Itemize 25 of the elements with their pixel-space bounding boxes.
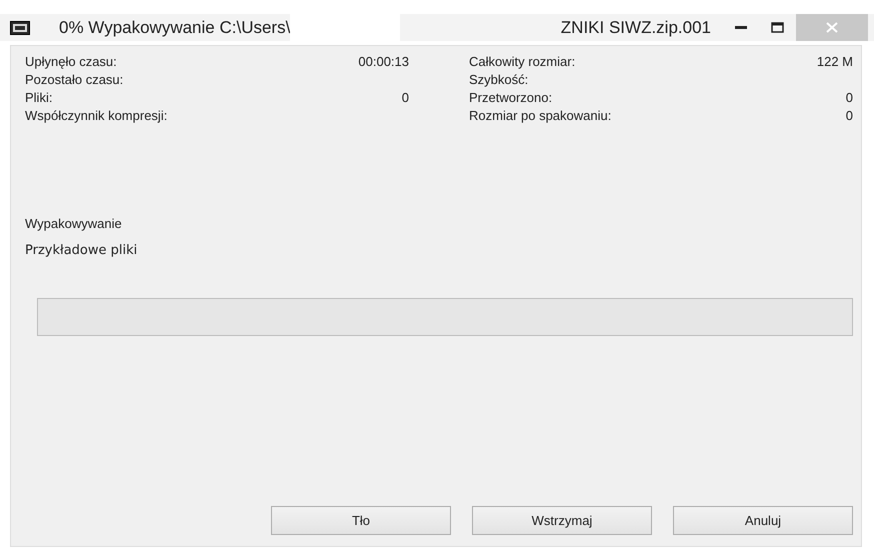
stat-label: Przetworzono: xyxy=(469,90,552,104)
stat-value: 0 xyxy=(846,90,853,104)
stat-label: Szybkość: xyxy=(469,72,528,86)
window-title: 0% Wypakowywanie C:\Users\ xyxy=(59,18,290,38)
close-icon[interactable] xyxy=(826,22,838,33)
window-title: ZNIKI SIWZ.zip.001 xyxy=(560,18,711,38)
maximize-icon[interactable] xyxy=(771,22,784,33)
dialog-button[interactable]: Anuluj xyxy=(673,506,853,535)
stat-value: 122 M xyxy=(816,54,853,68)
stat-value: 0 xyxy=(402,90,409,104)
stat-label: Pliki: xyxy=(25,90,52,104)
stat-value: 00:00:13 xyxy=(358,54,409,68)
stat-label: Rozmiar po spakowaniu: xyxy=(469,108,612,122)
app-icon xyxy=(10,20,30,34)
stat-value: 0 xyxy=(846,108,853,122)
close-button[interactable] xyxy=(796,14,868,41)
stat-label: Upłynęło czasu: xyxy=(25,54,117,68)
stat-label: Całkowity rozmiar: xyxy=(469,54,576,68)
minimize-icon[interactable] xyxy=(735,26,747,29)
current-file-label: Przykładowe pliki xyxy=(25,243,138,258)
operation-label: Wypakowywanie xyxy=(25,216,123,231)
dialog-button[interactable]: Wstrzymaj xyxy=(472,506,652,535)
dialog-button[interactable]: Tło xyxy=(271,506,451,535)
stat-label: Współczynnik kompresji: xyxy=(25,108,168,122)
stat-label: Pozostało czasu: xyxy=(25,72,124,86)
